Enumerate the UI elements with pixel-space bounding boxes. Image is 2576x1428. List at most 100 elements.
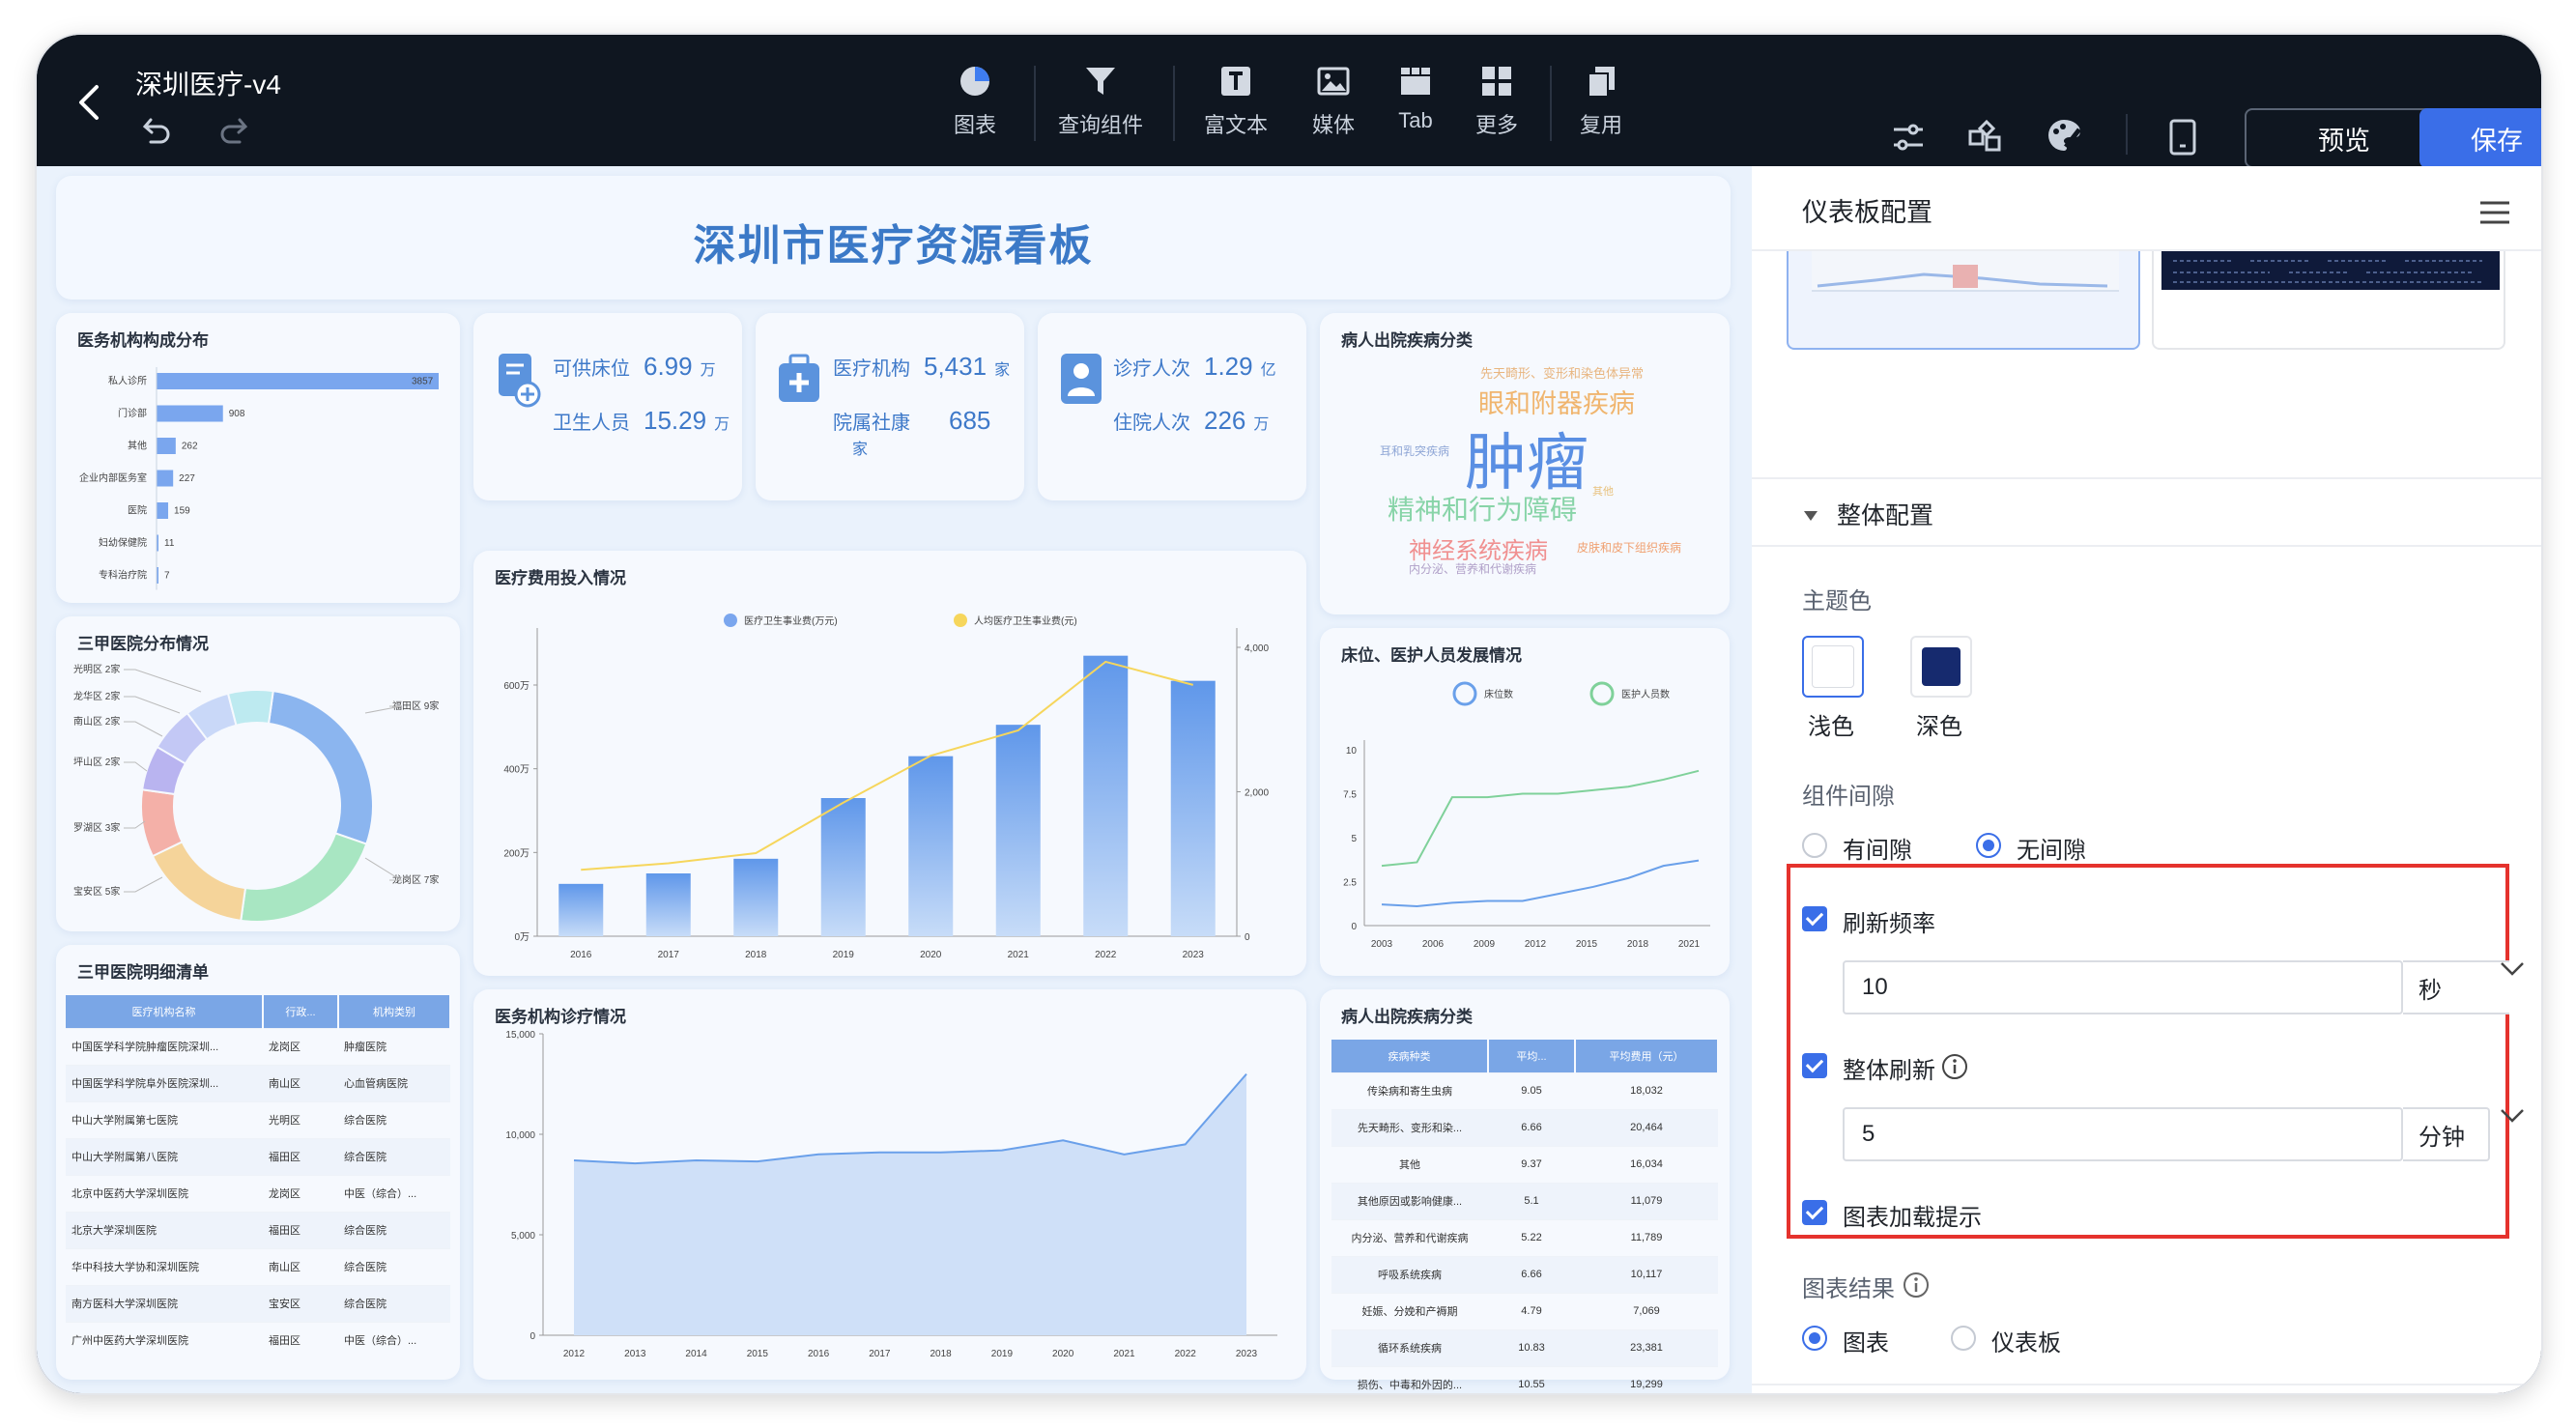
refresh-value-input[interactable]: 10 <box>1843 960 2403 1014</box>
theme-dark-swatch[interactable] <box>1910 636 1972 698</box>
kpi-inpatient-label: 住院人次 <box>1113 413 1190 434</box>
table-row[interactable]: 华中科技大学协和深圳医院 南山区 综合医院 <box>66 1247 450 1285</box>
undo-icon[interactable] <box>141 112 176 145</box>
visits-area-chart: 0 5,000 10,000 15,000 2012 2013 2014 2015 2016 20… <box>505 1030 1277 1359</box>
redo-icon[interactable] <box>215 112 249 145</box>
global-refresh-unit-select[interactable]: 分钟 <box>2403 1107 2490 1161</box>
dashboard-name[interactable]: 深圳医疗-v4 <box>135 64 281 102</box>
visits-line <box>573 1072 1247 1165</box>
tool-tab-label: Tab <box>1398 108 1433 132</box>
col-category[interactable]: 机构类别 <box>338 995 451 1028</box>
table-row[interactable]: 损伤、中毒和外因的... 10.55 19,299 <box>1331 1365 1718 1393</box>
info-icon[interactable] <box>1941 1053 1968 1080</box>
layout-icon[interactable] <box>1967 118 2004 155</box>
section-overall-title[interactable]: 整体配置 <box>1837 497 1933 531</box>
table-row[interactable]: 中山大学附属第七医院 光明区 综合医院 <box>66 1100 450 1138</box>
theme-thumb-light[interactable] <box>1787 251 2140 350</box>
disease-table-card[interactable]: 病人出院疾病分类 疾病种类 平均... 平均费用（元） 传染病和寄生虫病 9.05… <box>1320 989 1730 1393</box>
col-hosp-name[interactable]: 医疗机构名称 <box>66 995 264 1028</box>
table-row[interactable]: 南方医科大学深圳医院 宝安区 综合医院 <box>66 1284 450 1322</box>
table-cell: 10.83 <box>1488 1328 1575 1366</box>
table-cell: 10,117 <box>1575 1255 1718 1293</box>
global-refresh-value-input[interactable]: 5 <box>1843 1107 2403 1161</box>
cost-chart: 医疗卫生事业费(万元) 人均医疗卫生事业费(元) 0万 200万 400万 600万 0 2,… <box>503 614 1269 960</box>
col-avg-cost[interactable]: 平均费用（元） <box>1575 1040 1719 1072</box>
tertiary-dist-card[interactable]: 三甲医院分布情况 光明区 2家 龙华区 2家 南山区 2家 坪山区 2家 罗湖区 3家宝… <box>56 616 460 931</box>
tool-more[interactable]: 更多 <box>1444 64 1550 139</box>
table-row[interactable]: 其他原因或影响健康... 5.1 11,079 <box>1331 1182 1718 1219</box>
table-cell: 综合医院 <box>338 1247 450 1285</box>
table-cell: 11,079 <box>1575 1182 1718 1219</box>
hosp-list-card[interactable]: 三甲医院明细清单 医疗机构名称 行政... 机构类别 中国医学科学院肿瘤医院深圳… <box>56 945 460 1380</box>
table-row[interactable]: 中山大学附属第八医院 福田区 综合医院 <box>66 1137 450 1175</box>
tool-reuse[interactable]: 复用 <box>1548 64 1654 139</box>
org-dist-card[interactable]: 医务机构构成分布 私人诊所 3857 门诊部 908 其他 262 企业内部医务室 227 医院… <box>56 313 460 603</box>
bar-value-label: 908 <box>229 409 245 419</box>
table-row[interactable]: 内分泌、营养和代谢疾病 5.22 11,789 <box>1331 1218 1718 1256</box>
visits-card[interactable]: 医务机构诊疗情况 0 5,000 10,000 15,000 2012 2013 2014 2… <box>473 989 1306 1380</box>
table-row[interactable]: 循环系统疾病 10.83 23,381 <box>1331 1328 1718 1366</box>
table-row[interactable]: 妊娠、分娩和产褥期 4.79 7,069 <box>1331 1292 1718 1329</box>
table-cell: 7,069 <box>1575 1292 1718 1329</box>
table-row[interactable]: 广州中医药大学深圳医院 福田区 中医（综合）... <box>66 1321 450 1358</box>
kpi-card-beds[interactable]: 可供床位 6.99 万 卫生人员 15.29 万 <box>473 313 742 500</box>
wordcloud-card[interactable]: 病人出院疾病分类 先天畸形、变形和染色体异常 眼和附器疾病 耳和乳突疾病 肿瘤 … <box>1320 313 1730 614</box>
cost-bar <box>558 883 604 936</box>
table-cell: 龙岗区 <box>263 1027 338 1065</box>
loading-tip-checkbox[interactable] <box>1802 1200 1827 1225</box>
result-info-icon[interactable] <box>1903 1271 1930 1299</box>
gap-with-radio[interactable] <box>1802 833 1827 858</box>
refresh-checkbox[interactable] <box>1802 906 1827 931</box>
collapse-caret-icon[interactable] <box>1802 508 1819 524</box>
refresh-unit-chevron-down-icon[interactable] <box>2499 960 2526 978</box>
legend-swatch <box>724 614 737 627</box>
tool-query[interactable]: 查询组件 <box>1047 64 1154 139</box>
global-refresh-checkbox[interactable] <box>1802 1053 1827 1078</box>
table-row[interactable]: 北京中医药大学深圳医院 龙岗区 中医（综合）... <box>66 1174 450 1212</box>
copy-icon <box>1588 67 1615 98</box>
dashboard-canvas: 深圳市医疗资源看板 医务机构构成分布 私人诊所 3857 门诊部 908 其他 262 企业… <box>37 166 1752 1393</box>
refresh-label: 刷新频率 <box>1843 911 1935 937</box>
kpi-beds-unit: 万 <box>700 362 716 379</box>
table-row[interactable]: 中国医学科学院肿瘤医院深圳... 龙岗区 肿瘤医院 <box>66 1027 450 1065</box>
kpi-card-visits[interactable]: 诊疗人次 1.29 亿 住院人次 226 万 <box>1038 313 1306 500</box>
theme-light-swatch[interactable] <box>1802 636 1864 698</box>
theme-palette-icon[interactable] <box>2045 116 2085 155</box>
refresh-unit-select[interactable]: 秒 <box>2403 960 2490 1014</box>
col-avg-days[interactable]: 平均... <box>1488 1040 1576 1072</box>
theme-thumb-dark[interactable] <box>2152 251 2505 350</box>
org-dist-chart: 私人诊所 3857 门诊部 908 其他 262 企业内部医务室 227 医院 159 妇幼保健院 1… <box>79 367 439 590</box>
table-row[interactable]: 传染病和寄生虫病 9.05 18,032 <box>1331 1071 1718 1109</box>
sliders-icon[interactable] <box>1890 120 1927 155</box>
tool-richtext[interactable]: 富文本 <box>1183 64 1289 139</box>
global-refresh-chevron-down-icon[interactable] <box>2499 1107 2526 1125</box>
kpi-card-institutions[interactable]: 医疗机构 5,431 家 院属社康 685 家 <box>756 313 1024 500</box>
donut-slice <box>151 840 247 922</box>
cost-card[interactable]: 医疗费用投入情况 医疗卫生事业费(万元) 人均医疗卫生事业费(元) 0万 200万 40… <box>473 551 1306 976</box>
device-icon[interactable] <box>2168 118 2197 157</box>
table-row[interactable]: 先天畸形、变形和染... 6.66 20,464 <box>1331 1108 1718 1146</box>
table-row[interactable]: 呼吸系统疾病 6.66 10,117 <box>1331 1255 1718 1293</box>
save-button[interactable]: 保存 <box>2419 108 2541 168</box>
table-row[interactable]: 北京大学深圳医院 福田区 综合医院 <box>66 1211 450 1248</box>
tool-reuse-label: 复用 <box>1579 113 1622 137</box>
gap-none-radio[interactable] <box>1976 833 2001 858</box>
tool-chart[interactable]: 图表 <box>922 64 1028 139</box>
legend-label: 人均医疗卫生事业费(元) <box>974 614 1077 627</box>
light-thumbnail-preview <box>1812 251 2119 292</box>
back-arrow-icon[interactable] <box>75 83 104 122</box>
table-row[interactable]: 中国医学科学院阜外医院深圳... 南山区 心血管病医院 <box>66 1064 450 1101</box>
table-row[interactable]: 其他 9.37 16,034 <box>1331 1145 1718 1183</box>
legend-label: 医疗卫生事业费(万元) <box>744 614 838 627</box>
result-chart-radio[interactable] <box>1802 1326 1827 1351</box>
beds-card[interactable]: 床位、医护人员发展情况 床位数 医护人员数 0 2.5 5 7.5 10 2003 2006 20… <box>1320 628 1730 976</box>
col-disease-type[interactable]: 疾病种类 <box>1331 1040 1489 1072</box>
bar-value-label: 7 <box>164 571 170 582</box>
preview-button[interactable]: 预览 <box>2245 108 2444 168</box>
theme-dark-label: 深色 <box>1916 714 1962 740</box>
result-dashboard-radio[interactable] <box>1951 1326 1976 1351</box>
menu-icon[interactable] <box>2478 199 2511 226</box>
title-card[interactable]: 深圳市医疗资源看板 <box>56 176 1731 300</box>
col-district[interactable]: 行政... <box>263 995 339 1028</box>
word-congenital: 先天畸形、变形和染色体异常 <box>1480 366 1645 381</box>
